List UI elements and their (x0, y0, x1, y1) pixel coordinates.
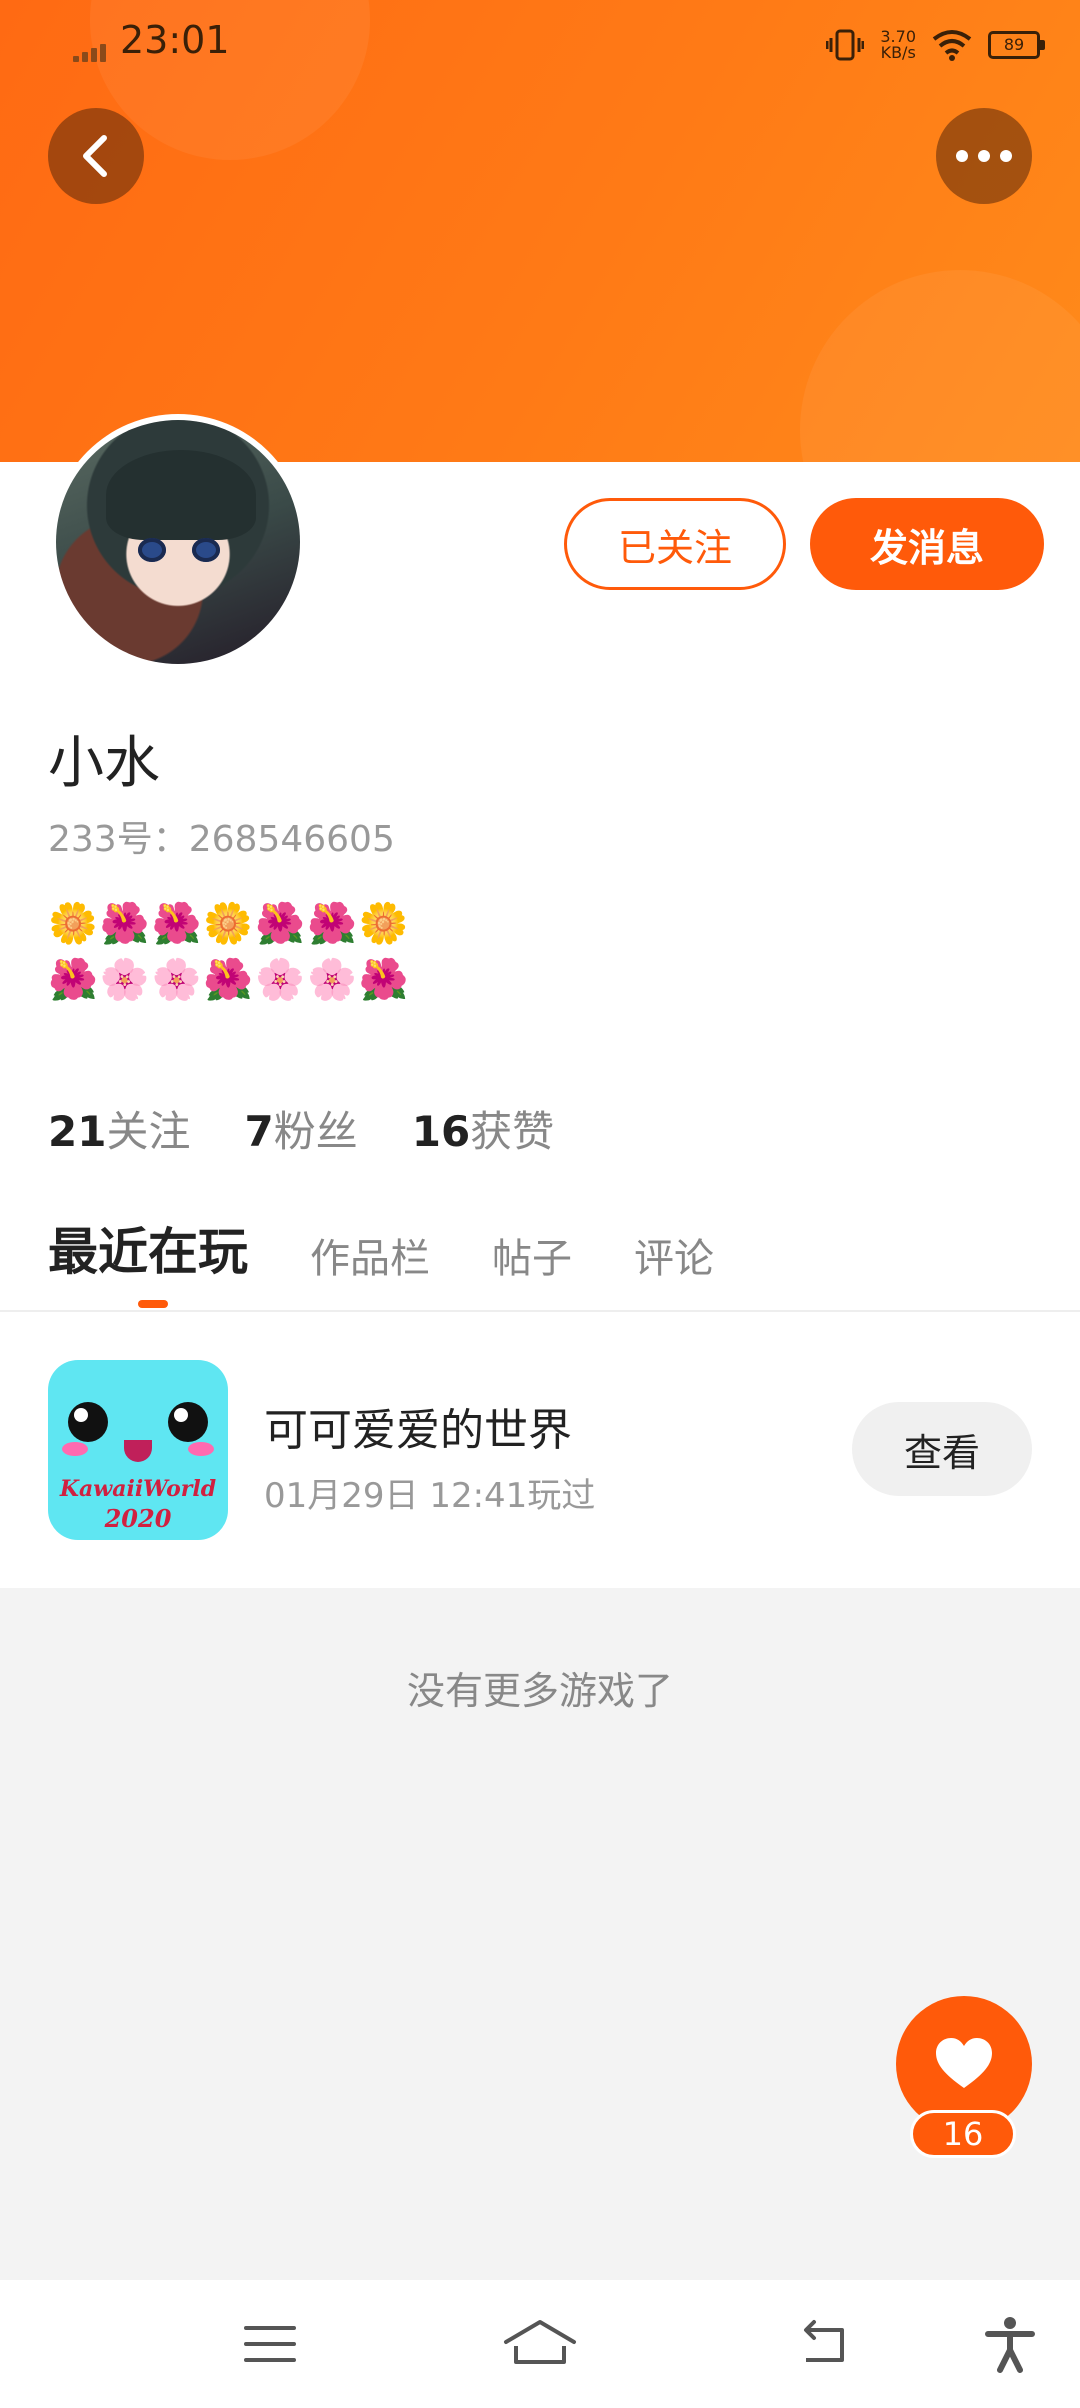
bio-line: 🌼🌺🌺🌼🌺🌺🌼 (48, 901, 411, 947)
stat-likes: 16获赞 (411, 1107, 555, 1156)
user-stats: 21关注 7粉丝 16获赞 (48, 1098, 554, 1159)
stat-fans[interactable]: 7粉丝 (244, 1098, 357, 1159)
home-icon[interactable] (500, 2314, 580, 2374)
followed-button[interactable]: 已关注 (564, 498, 786, 590)
back-button[interactable] (48, 108, 144, 204)
vibrate-icon (826, 29, 865, 61)
game-played-time: 01月29日 12:41玩过 (264, 1476, 596, 1516)
tab-posts[interactable]: 帖子 (492, 1226, 572, 1284)
heart-icon (936, 2038, 992, 2088)
more-dots-icon (956, 150, 1012, 162)
battery-icon: 89 (988, 31, 1045, 59)
more-button[interactable] (936, 108, 1032, 204)
avatar-image (56, 420, 300, 664)
empty-hint: 没有更多游戏了 (406, 1669, 673, 1713)
system-nav-bar (0, 2280, 1080, 2408)
stat-following[interactable]: 21关注 (48, 1098, 190, 1159)
tab-comments[interactable]: 评论 (634, 1226, 714, 1284)
user-id: 233号：268546605 (48, 819, 395, 860)
user-bio: 🌼🌺🌺🌼🌺🌺🌼 🌺🌸🌸🌺🌸🌸🌺 (48, 896, 468, 1008)
like-count-badge: 16 (910, 2110, 1016, 2158)
status-bar: 23:01 3.70 KB/s 89 (0, 0, 1080, 90)
profile-tabs: 最近在玩 作品栏 帖子 评论 (48, 1212, 714, 1284)
accessibility-icon[interactable] (980, 2314, 1040, 2374)
bio-line: 🌺🌸🌸🌺🌸🌸🌺 (48, 957, 411, 1003)
profile-header-banner: 23:01 3.70 KB/s 89 (0, 0, 1080, 462)
signal-icon (73, 42, 111, 62)
menu-icon[interactable] (240, 2314, 300, 2374)
chevron-left-icon (83, 135, 107, 177)
game-icon: KawaiiWorld 2020 (48, 1360, 228, 1540)
tab-recently-played[interactable]: 最近在玩 (48, 1212, 248, 1284)
wifi-icon (932, 30, 972, 61)
net-speed: 3.70 KB/s (880, 27, 916, 62)
avatar[interactable] (50, 414, 306, 670)
view-game-button[interactable]: 查看 (852, 1402, 1032, 1496)
header-decoration (800, 270, 1080, 462)
status-time: 23:01 (120, 18, 230, 62)
tab-works[interactable]: 作品栏 (310, 1226, 430, 1284)
profile-page: 23:01 3.70 KB/s 89 已关注 发消息 小水 233号：26854… (0, 0, 1080, 2408)
game-title: 可可爱爱的世界 (264, 1405, 572, 1456)
back-nav-icon[interactable] (792, 2314, 852, 2374)
user-nickname: 小水 (48, 731, 160, 796)
active-tab-indicator (138, 1300, 168, 1308)
list-item[interactable]: KawaiiWorld 2020 可可爱爱的世界 01月29日 12:41玩过 … (0, 1312, 1080, 1588)
send-message-button[interactable]: 发消息 (810, 498, 1044, 590)
